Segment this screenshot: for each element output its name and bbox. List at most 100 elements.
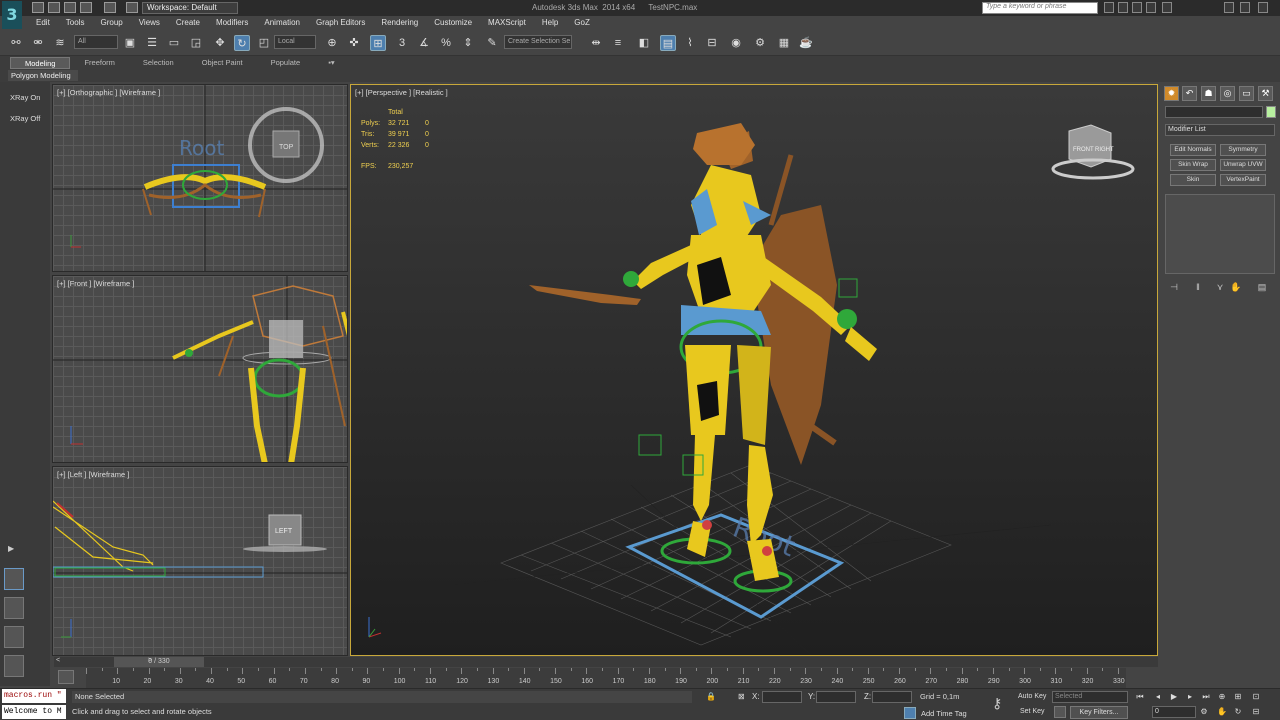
orbit-icon[interactable]: ↻ <box>1232 707 1244 718</box>
create-tab-icon[interactable]: ✹ <box>1164 86 1179 101</box>
maxscript-listener-line[interactable]: macros.run " <box>2 689 66 703</box>
key-set-dropdown[interactable]: Selected <box>1052 691 1128 703</box>
left-viewport[interactable]: [+] [Left ] [Wireframe ] LEFT <box>52 466 348 656</box>
remove-modifier-icon[interactable]: ✋ <box>1230 282 1242 292</box>
slider-next-icon[interactable]: > <box>148 657 152 664</box>
communication-icon[interactable] <box>1132 2 1142 13</box>
schematic-view-icon[interactable]: ⊟ <box>704 35 720 51</box>
zoom-extents-icon[interactable]: ⊡ <box>1250 692 1262 703</box>
expand-arrow-icon[interactable]: ▶ <box>8 544 14 553</box>
rendered-frame-window-icon[interactable]: ▦ <box>776 35 792 51</box>
previous-frame-icon[interactable]: ◂ <box>1152 692 1164 703</box>
menu-item-group[interactable]: Group <box>90 16 128 30</box>
selection-filter-dropdown[interactable]: All <box>74 35 118 49</box>
snaps-toggle-icon[interactable]: 3 <box>394 35 410 51</box>
project-folder-icon[interactable] <box>126 2 138 13</box>
graphite-toolset-icon[interactable]: ▤ <box>660 35 676 51</box>
lock-selection-icon[interactable]: 🔒 <box>706 692 716 701</box>
ribbon-minimize-icon[interactable]: ▪▾ <box>314 57 348 69</box>
bind-space-warp-icon[interactable]: ≋ <box>52 35 68 51</box>
menu-item-modifiers[interactable]: Modifiers <box>206 16 254 30</box>
menu-item-animation[interactable]: Animation <box>254 16 306 30</box>
time-tag-icon[interactable] <box>904 707 916 719</box>
viewport-layout-4-icon[interactable] <box>4 655 24 677</box>
time-slider-thumb[interactable]: 0 / 330 <box>114 657 204 667</box>
menu-item-tools[interactable]: Tools <box>56 16 91 30</box>
move-icon[interactable]: ✥ <box>212 35 228 51</box>
viewport-label[interactable]: [+] [Perspective ] [Realistic ] <box>355 88 448 97</box>
save-file-icon[interactable] <box>64 2 76 13</box>
menu-item-goz[interactable]: GoZ <box>564 16 596 30</box>
rectangular-selection-icon[interactable]: ▭ <box>166 35 182 51</box>
maximize-icon[interactable] <box>1240 2 1250 13</box>
search-input[interactable]: Type a keyword or phrase <box>982 2 1098 14</box>
perspective-viewport[interactable]: [+] [Perspective ] [Realistic ] Total Po… <box>350 84 1158 656</box>
pin-stack-icon[interactable]: ⊣ <box>1168 282 1180 292</box>
x-coordinate-field[interactable] <box>762 691 802 703</box>
redo-icon[interactable] <box>104 2 116 13</box>
render-setup-icon[interactable]: ⚙ <box>752 35 768 51</box>
key-filters-button[interactable]: Key Filters... <box>1070 706 1128 719</box>
slider-prev-icon[interactable]: < <box>56 657 60 664</box>
edit-named-selection-icon[interactable]: ✎ <box>484 35 500 51</box>
material-editor-icon[interactable]: ◉ <box>728 35 744 51</box>
pan-view-icon[interactable]: ✋ <box>1216 707 1228 718</box>
motion-tab-icon[interactable]: ◎ <box>1220 86 1235 101</box>
close-icon[interactable] <box>1258 2 1268 13</box>
go-to-end-icon[interactable]: ⏭ <box>1200 692 1212 703</box>
modifier-button-skin[interactable]: Skin <box>1170 174 1216 186</box>
select-object-icon[interactable]: ▣ <box>122 35 138 51</box>
utilities-tab-icon[interactable]: ⚒ <box>1258 86 1273 101</box>
viewport-label[interactable]: [+] [Orthographic ] [Wireframe ] <box>57 88 160 97</box>
modifier-stack[interactable] <box>1165 194 1275 274</box>
modifier-button-skin-wrap[interactable]: Skin Wrap <box>1170 159 1216 171</box>
make-unique-icon[interactable]: ⋎ <box>1214 282 1226 292</box>
scale-icon[interactable]: ◰ <box>256 35 272 51</box>
select-manipulate-icon[interactable]: ✜ <box>346 35 362 51</box>
front-viewport[interactable]: [+] [Front ] [Wireframe ] <box>52 275 348 463</box>
current-frame-field[interactable]: 0 <box>1152 706 1196 718</box>
undo-icon[interactable] <box>80 2 92 13</box>
app-logo-icon[interactable]: 3 <box>2 1 22 29</box>
menu-item-help[interactable]: Help <box>532 16 564 30</box>
modifier-button-unwrap-uvw[interactable]: Unwrap UVW <box>1220 159 1266 171</box>
zoom-all-icon[interactable]: ⊞ <box>1232 692 1244 703</box>
viewcube-right-label[interactable]: RIGHT <box>1095 147 1114 153</box>
menu-item-maxscript[interactable]: MAXScript <box>478 16 532 30</box>
menu-item-graph-editors[interactable]: Graph Editors <box>306 16 371 30</box>
modify-tab-icon[interactable]: ↶ <box>1182 86 1197 101</box>
show-end-result-icon[interactable]: ‖ <box>1192 282 1204 292</box>
menu-item-create[interactable]: Create <box>166 16 206 30</box>
window-crossing-icon[interactable]: ◲ <box>188 35 204 51</box>
go-to-start-icon[interactable]: ⏮ <box>1134 692 1146 703</box>
modifier-button-symmetry[interactable]: Symmetry <box>1220 144 1266 156</box>
ribbon-tab-freeform[interactable]: Freeform <box>70 57 128 69</box>
top-viewport[interactable]: [+] [Orthographic ] [Wireframe ] Root TO… <box>52 84 348 272</box>
menu-item-rendering[interactable]: Rendering <box>371 16 424 30</box>
open-file-icon[interactable] <box>48 2 60 13</box>
viewcube-front-label[interactable]: FRONT <box>1073 147 1094 153</box>
xray-on-button[interactable]: XRay On <box>4 90 46 106</box>
key-icon[interactable]: ⚷ <box>992 695 1002 712</box>
align-icon[interactable]: ≡ <box>610 35 626 51</box>
reference-coordinate-dropdown[interactable]: Local <box>274 35 316 49</box>
modifier-button-edit-normals[interactable]: Edit Normals <box>1170 144 1216 156</box>
object-name-field[interactable] <box>1165 106 1263 118</box>
layer-manager-icon[interactable]: ◧ <box>636 35 652 51</box>
select-link-icon[interactable]: ⚯ <box>8 35 24 51</box>
set-keys-icon[interactable] <box>1054 706 1066 718</box>
render-production-icon[interactable]: ☕ <box>798 35 814 51</box>
help-icon[interactable] <box>1162 2 1172 13</box>
ribbon-tab-populate[interactable]: Populate <box>257 57 315 69</box>
viewport-label[interactable]: [+] [Left ] [Wireframe ] <box>57 470 129 479</box>
select-by-name-icon[interactable]: ☰ <box>144 35 160 51</box>
new-file-icon[interactable] <box>32 2 44 13</box>
time-configuration-icon[interactable]: ⚙ <box>1198 707 1210 718</box>
angle-snap-icon[interactable]: ∡ <box>416 35 432 51</box>
display-tab-icon[interactable]: ▭ <box>1239 86 1254 101</box>
viewport-layout-2-icon[interactable] <box>4 597 24 619</box>
hierarchy-tab-icon[interactable]: ☗ <box>1201 86 1216 101</box>
track-bar[interactable]: 10 20 30 40 50 60 70 80 90 100 110 120 130 140 150 160 1… <box>86 668 1126 688</box>
binoculars-icon[interactable] <box>1104 2 1114 13</box>
unlink-icon[interactable]: ⚮ <box>30 35 46 51</box>
